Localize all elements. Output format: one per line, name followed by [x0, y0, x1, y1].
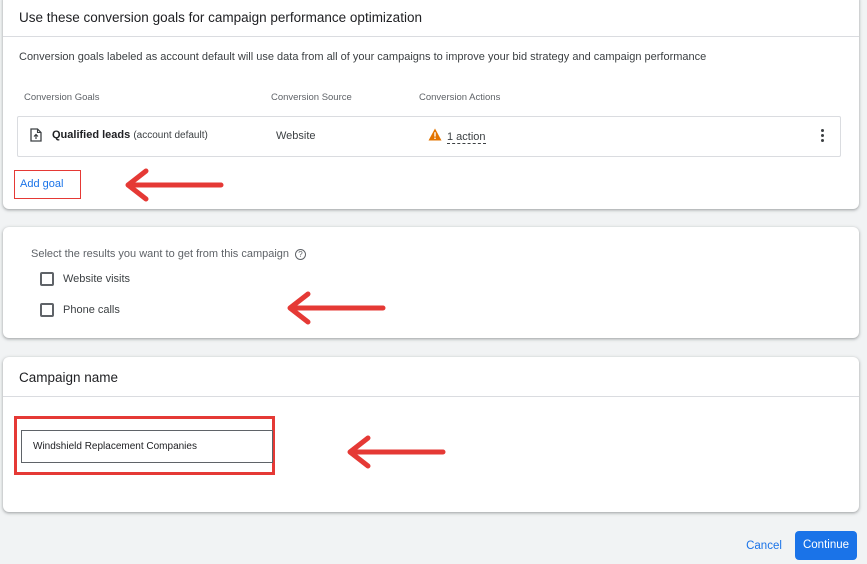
- document-upload-icon: [30, 128, 42, 147]
- conversion-goals-title: Use these conversion goals for campaign …: [3, 0, 859, 37]
- annotation-arrow-left-icon: [287, 291, 386, 325]
- annotation-arrow-left-icon: [347, 435, 446, 469]
- results-label: Select the results you want to get from …: [31, 248, 307, 260]
- checkbox-website-visits[interactable]: Website visits: [40, 272, 130, 286]
- goal-name-text: Qualified leads: [52, 129, 131, 141]
- phone-calls-label: Phone calls: [63, 304, 120, 316]
- column-header-conversion-goals: Conversion Goals: [24, 92, 100, 103]
- more-options-icon[interactable]: [816, 127, 828, 147]
- website-visits-label: Website visits: [63, 273, 131, 285]
- website-visits-checkbox[interactable]: [40, 272, 54, 286]
- warning-triangle-icon: [428, 128, 442, 146]
- continue-button[interactable]: Continue: [795, 531, 857, 560]
- checkbox-phone-calls[interactable]: Phone calls: [40, 303, 120, 317]
- campaign-name-input[interactable]: [21, 430, 273, 463]
- cancel-button[interactable]: Cancel: [740, 536, 788, 556]
- results-label-text: Select the results you want to get from …: [31, 248, 290, 260]
- phone-calls-checkbox[interactable]: [40, 303, 54, 317]
- goal-row-qualified-leads: Qualified leads (account default) Websit…: [17, 116, 841, 157]
- column-header-conversion-source: Conversion Source: [271, 92, 352, 103]
- column-header-conversion-actions: Conversion Actions: [419, 92, 501, 103]
- campaign-name-title: Campaign name: [3, 357, 859, 397]
- campaign-results-card: Select the results you want to get from …: [3, 227, 859, 338]
- add-goal-button[interactable]: Add goal: [14, 170, 81, 199]
- campaign-name-highlight: [14, 416, 275, 475]
- help-circle-icon[interactable]: ?: [295, 248, 307, 260]
- goal-name: Qualified leads (account default): [52, 129, 208, 141]
- goal-actions-link[interactable]: 1 action: [447, 131, 486, 144]
- annotation-arrow-left-icon: [125, 168, 224, 202]
- goal-source: Website: [276, 130, 316, 142]
- goal-actions[interactable]: 1 action: [428, 128, 486, 146]
- goal-default-suffix: (account default): [133, 130, 208, 141]
- conversion-goals-description: Conversion goals labeled as account defa…: [19, 51, 707, 63]
